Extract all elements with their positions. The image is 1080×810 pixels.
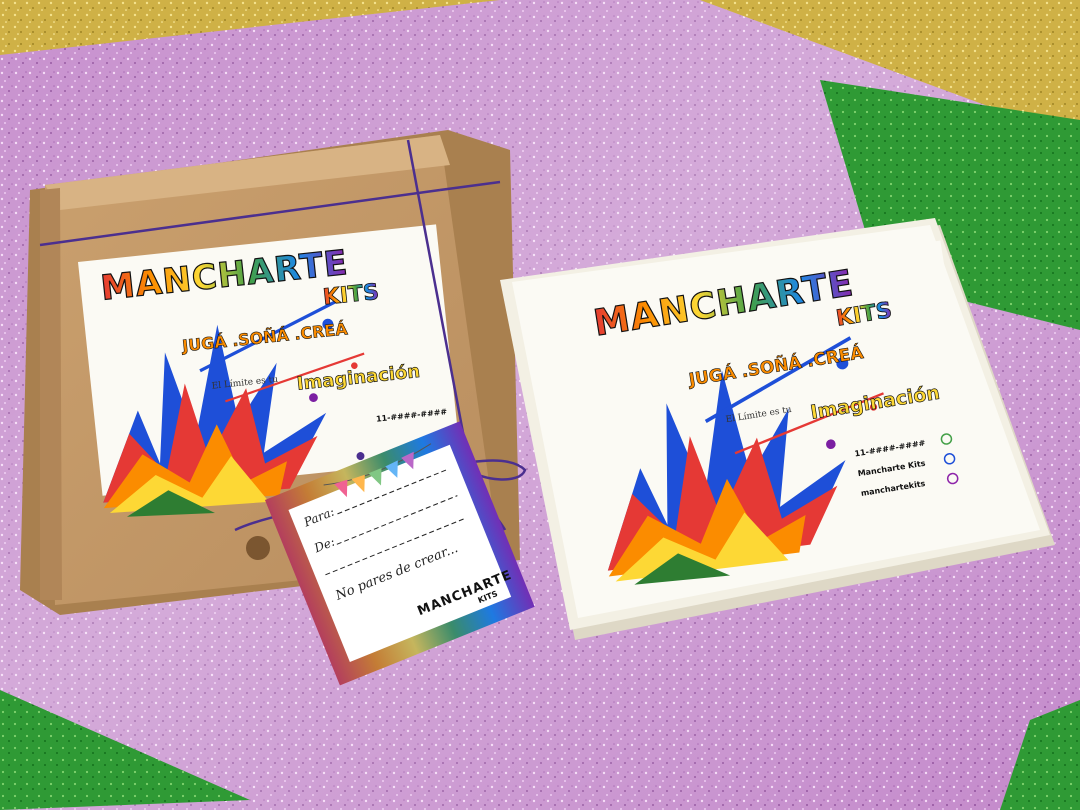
photo-scene: MANCHARTE KITS JUGÁ .SOÑÁ .CREÁ El Límit… xyxy=(0,0,1080,810)
